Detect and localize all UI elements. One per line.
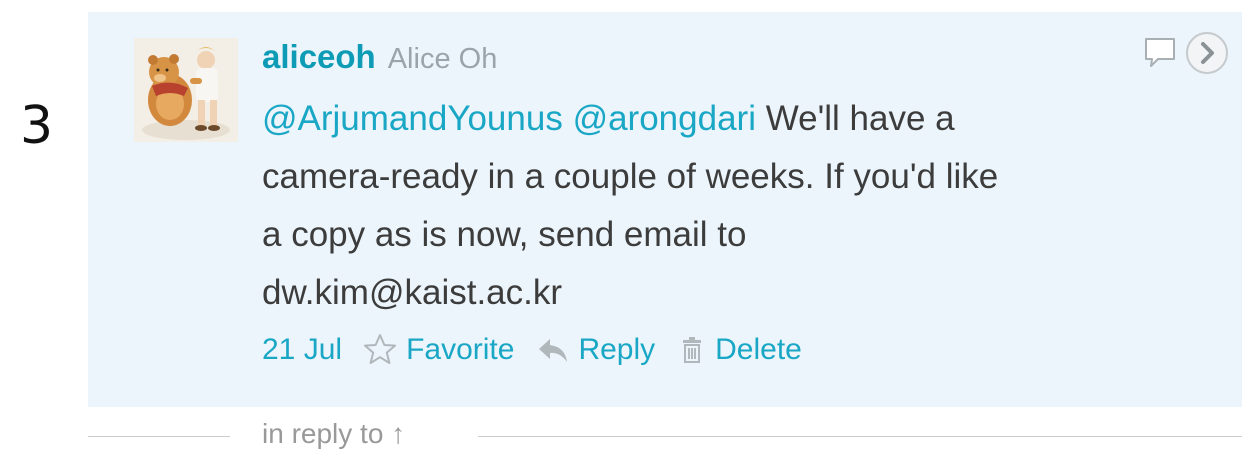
reply-label: Reply bbox=[578, 333, 656, 366]
star-outline-icon bbox=[364, 334, 397, 364]
tweet-header: aliceoh Alice Oh bbox=[262, 38, 1192, 82]
tweet-card[interactable]: aliceoh Alice Oh @ArjumandYounus @arongd… bbox=[88, 12, 1242, 407]
full-name: Alice Oh bbox=[387, 43, 498, 75]
divider-line bbox=[88, 436, 230, 437]
in-reply-to-link[interactable]: in reply to ↑ bbox=[262, 418, 405, 450]
tweet-text-segment: camera-ready in a couple of weeks. If yo… bbox=[262, 157, 999, 196]
delete-label: Delete bbox=[715, 333, 802, 366]
mention-link[interactable]: @arongdari bbox=[573, 99, 756, 138]
page: 3 aliceoh Alice Oh @ArjumandYounus @aron… bbox=[0, 0, 1246, 454]
divider-line bbox=[478, 436, 1242, 437]
favorite-button[interactable]: Favorite bbox=[362, 332, 514, 368]
tweet-text-segment: We'll have a bbox=[755, 99, 955, 138]
speech-bubble-icon[interactable] bbox=[1140, 33, 1180, 73]
reply-button[interactable]: Reply bbox=[536, 333, 655, 367]
timestamp-link[interactable]: 21 Jul bbox=[262, 333, 342, 367]
row-number: 3 bbox=[20, 96, 54, 156]
tweet-text-segment: a copy as is now, send email to bbox=[262, 215, 747, 254]
delete-button[interactable]: Delete bbox=[677, 333, 802, 367]
trash-icon bbox=[683, 337, 702, 363]
favorite-label: Favorite bbox=[406, 333, 515, 366]
username-link[interactable]: aliceoh bbox=[262, 38, 376, 76]
tweet-text: @ArjumandYounus @arongdari We'll have a … bbox=[262, 90, 1192, 322]
in-reply-to-divider: in reply to ↑ bbox=[88, 408, 1242, 454]
tweet-actions: 21 Jul Favorite Reply Delete bbox=[262, 326, 1192, 374]
chevron-right-circle-icon[interactable] bbox=[1184, 30, 1230, 76]
reply-arrow-icon bbox=[539, 339, 568, 362]
avatar[interactable] bbox=[134, 38, 238, 142]
tweet-text-segment: dw.kim@kaist.ac.kr bbox=[262, 273, 563, 312]
tweet-content: aliceoh Alice Oh @ArjumandYounus @arongd… bbox=[262, 38, 1192, 374]
tweet-corner-controls bbox=[1140, 30, 1230, 76]
mention-link[interactable]: @ArjumandYounus bbox=[262, 99, 563, 138]
winnie-the-pooh-avatar-icon bbox=[134, 38, 238, 142]
